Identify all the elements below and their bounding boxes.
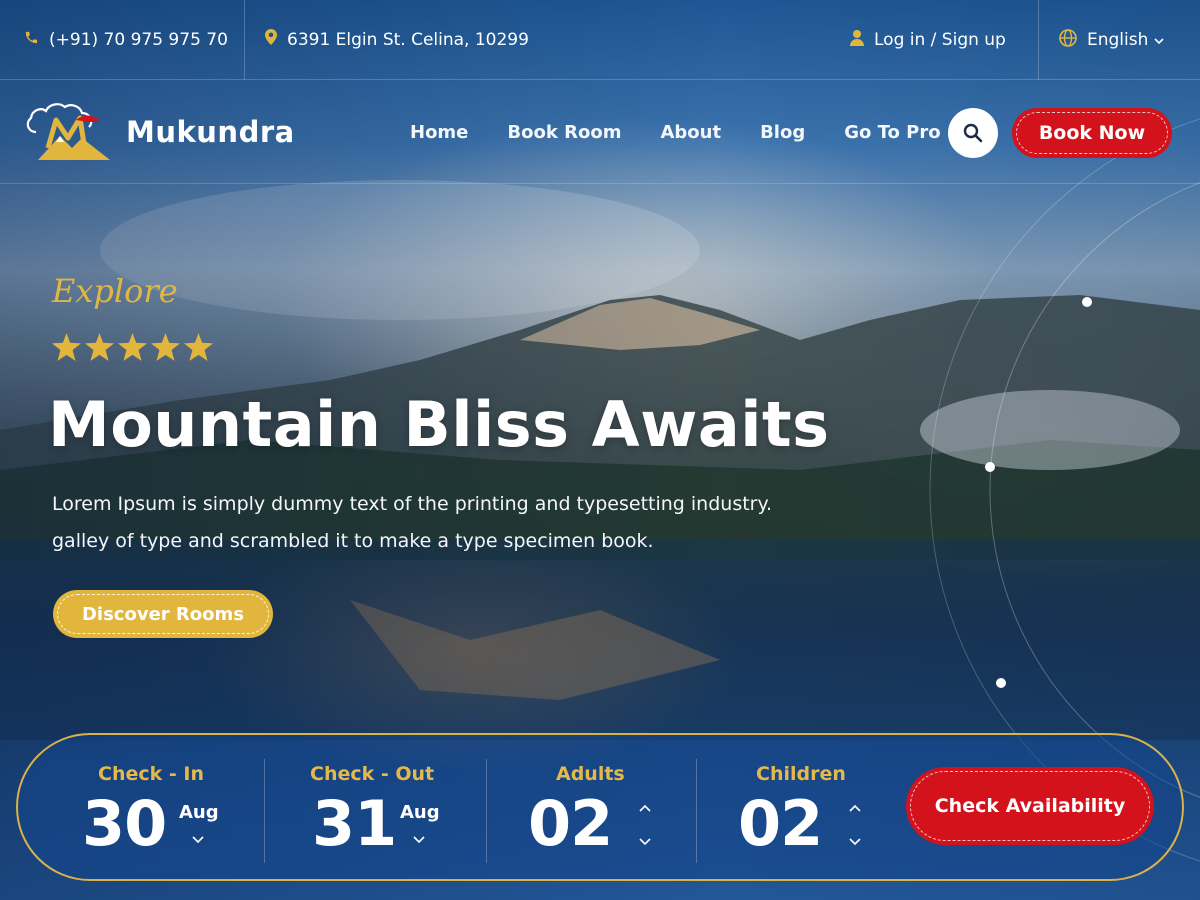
language-label: English — [1087, 30, 1149, 50]
nav-item-book-room[interactable]: Book Room — [507, 122, 621, 143]
nav-item-about[interactable]: About — [660, 122, 721, 143]
star-rating — [52, 333, 213, 361]
checkout-field[interactable]: Check - Out 31 Aug — [288, 735, 488, 883]
check-availability-label: Check Availability — [934, 795, 1126, 817]
hero-description-line: galley of type and scrambled it to make … — [52, 530, 654, 552]
nav-item-blog[interactable]: Blog — [760, 122, 805, 143]
search-button[interactable] — [948, 108, 998, 158]
nav-menu: Home Book Room About Blog Go To Pro — [410, 81, 980, 184]
main-navigation: Mukundra Home Book Room About Blog Go To… — [0, 81, 1200, 184]
phone-number: (+91) 70 975 975 70 — [49, 29, 228, 50]
globe-icon — [1059, 28, 1077, 52]
book-now-button[interactable]: Book Now — [1012, 108, 1172, 158]
adults-field[interactable]: Adults 02 — [518, 735, 698, 883]
checkin-label: Check - In — [98, 763, 204, 785]
phone-icon — [24, 30, 39, 50]
chevron-up-icon[interactable] — [848, 801, 862, 815]
field-divider — [264, 759, 265, 863]
children-value: 02 — [738, 787, 823, 860]
children-label: Children — [756, 763, 846, 785]
adults-label: Adults — [556, 763, 625, 785]
chevron-down-icon[interactable] — [191, 833, 205, 847]
nav-item-go-to-pro[interactable]: Go To Pro — [844, 122, 940, 143]
discover-rooms-button[interactable]: Discover Rooms — [53, 590, 273, 638]
checkout-label: Check - Out — [310, 763, 435, 785]
contact-phone[interactable]: (+91) 70 975 975 70 — [0, 0, 245, 80]
chevron-down-icon[interactable] — [412, 833, 426, 847]
mountain-logo-icon — [26, 103, 110, 160]
hero-description: Lorem Ipsum is simply dummy text of the … — [52, 486, 892, 560]
language-selector[interactable]: English — [1038, 0, 1200, 80]
star-icon — [184, 333, 213, 361]
star-icon — [52, 333, 81, 361]
login-link[interactable]: Log in / Sign up — [850, 0, 1006, 80]
star-icon — [85, 333, 114, 361]
brand-name: Mukundra — [126, 115, 295, 149]
hero-title: Mountain Bliss Awaits — [48, 388, 830, 461]
user-icon — [850, 29, 864, 51]
field-divider — [696, 759, 697, 863]
check-availability-button[interactable]: Check Availability — [906, 767, 1154, 845]
search-icon — [963, 123, 983, 143]
chevron-down-icon[interactable] — [848, 835, 862, 849]
location-pin-icon — [265, 29, 277, 50]
field-divider — [486, 759, 487, 863]
star-icon — [118, 333, 147, 361]
top-bar: (+91) 70 975 975 70 6391 Elgin St. Celin… — [0, 0, 1200, 80]
star-icon — [151, 333, 180, 361]
checkin-field[interactable]: Check - In 30 Aug — [78, 735, 264, 883]
chevron-down-icon[interactable] — [638, 835, 652, 849]
contact-address: 6391 Elgin St. Celina, 10299 — [245, 0, 529, 80]
book-now-label: Book Now — [1038, 122, 1146, 144]
discover-rooms-label: Discover Rooms — [81, 603, 244, 625]
chevron-down-icon — [1154, 30, 1164, 50]
checkin-day: 30 — [82, 787, 167, 860]
checkout-day: 31 — [312, 787, 397, 860]
nav-item-home[interactable]: Home — [410, 122, 468, 143]
children-field[interactable]: Children 02 — [728, 735, 908, 883]
login-label: Log in / Sign up — [874, 30, 1006, 50]
checkin-month: Aug — [179, 802, 219, 823]
hero-eyebrow: Explore — [52, 272, 178, 310]
hero-description-line: Lorem Ipsum is simply dummy text of the … — [52, 493, 773, 515]
address-text: 6391 Elgin St. Celina, 10299 — [287, 29, 529, 50]
chevron-up-icon[interactable] — [638, 801, 652, 815]
checkout-month: Aug — [400, 802, 440, 823]
adults-value: 02 — [528, 787, 613, 860]
brand-logo[interactable]: Mukundra — [24, 97, 314, 167]
